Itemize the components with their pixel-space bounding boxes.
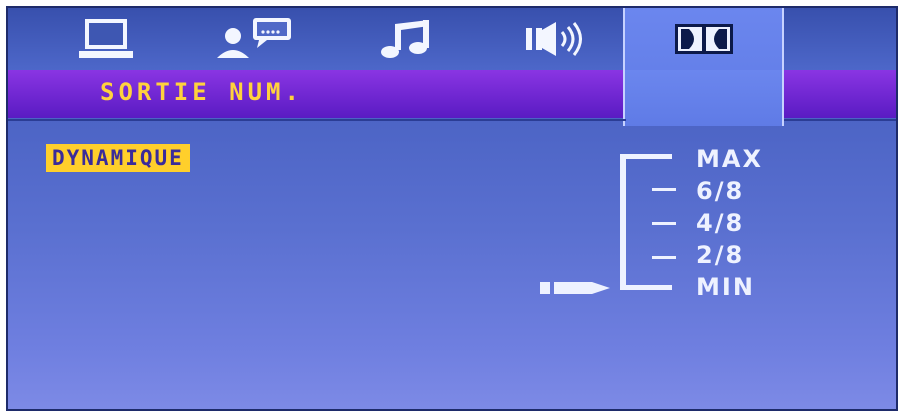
dvd-setup-screen: SORTIE NUM. DYNAMIQUE MAX 6/8 4/8 2/8 MI… — [6, 6, 898, 411]
tab-display[interactable] — [56, 8, 156, 70]
speaker-icon — [526, 22, 582, 56]
page-title: SORTIE NUM. — [100, 78, 303, 106]
level-min[interactable]: MIN — [696, 274, 796, 300]
level-6-8[interactable]: 6/8 — [696, 178, 796, 204]
scale-bracket-top — [620, 154, 672, 159]
scale-tick — [652, 222, 676, 225]
scale-bracket — [620, 154, 626, 290]
divider — [8, 119, 626, 121]
scale-tick — [652, 188, 676, 191]
person-chat-icon — [217, 18, 291, 58]
level-2-8[interactable]: 2/8 — [696, 242, 796, 268]
monitor-icon — [79, 19, 133, 58]
active-tab-extension — [623, 70, 784, 126]
tab-speaker[interactable] — [504, 8, 604, 70]
level-4-8[interactable]: 4/8 — [696, 210, 796, 236]
scale-bracket-bottom — [620, 285, 672, 290]
level-max[interactable]: MAX — [696, 146, 796, 172]
pointer-arrow-icon — [540, 282, 610, 294]
tab-language[interactable] — [204, 8, 304, 70]
dynamic-range-option[interactable]: DYNAMIQUE — [46, 144, 190, 172]
dolby-icon — [674, 24, 733, 54]
tab-bar — [8, 8, 896, 126]
level-scale[interactable]: MAX 6/8 4/8 2/8 MIN — [528, 146, 818, 306]
scale-tick — [652, 256, 676, 259]
divider — [784, 119, 896, 121]
tab-audio[interactable] — [358, 8, 458, 70]
music-note-icon — [381, 20, 429, 58]
